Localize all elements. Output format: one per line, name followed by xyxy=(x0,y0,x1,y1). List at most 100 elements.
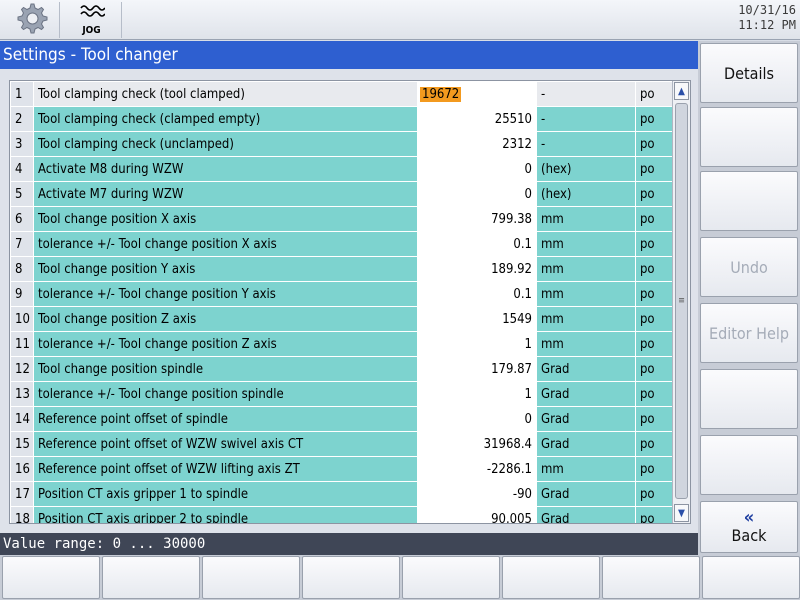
table-row[interactable]: 16 Reference point offset of WZW lifting … xyxy=(10,456,674,482)
table-row[interactable]: 10 Tool change position Z axis 1549 mm po xyxy=(10,306,674,332)
parameter-value-field[interactable]: 2312 xyxy=(417,131,537,157)
parameter-access-level: po xyxy=(635,456,674,482)
parameter-value-field[interactable]: 1 xyxy=(417,381,537,407)
parameter-value-field[interactable]: 0 xyxy=(417,156,537,182)
table-row[interactable]: 6 Tool change position X axis 799.38 mm po xyxy=(10,206,674,232)
parameter-value-field[interactable]: -90 xyxy=(417,481,537,507)
parameter-description: Tool change position X axis xyxy=(33,206,418,232)
table-row[interactable]: 2 Tool clamping check (clamped empty) 2551… xyxy=(10,106,674,132)
details-button[interactable]: Details xyxy=(700,43,798,103)
parameter-unit: - xyxy=(536,131,636,157)
parameter-access-level: po xyxy=(635,356,674,382)
parameter-unit: mm xyxy=(536,231,636,257)
table-row[interactable]: 15 Reference point offset of WZW swivel a… xyxy=(10,431,674,457)
bottom-softkey-5[interactable] xyxy=(402,556,500,599)
table-row[interactable]: 13 tolerance +/- Tool change position spi… xyxy=(10,381,674,407)
parameter-value-field[interactable]: 0 xyxy=(417,406,537,432)
parameter-value-field[interactable]: 1 xyxy=(417,331,537,357)
parameter-access-level: po xyxy=(635,256,674,282)
parameter-value-field[interactable]: 179.87 xyxy=(417,356,537,382)
parameter-value-field[interactable]: 1549 xyxy=(417,306,537,332)
jog-icon xyxy=(79,4,106,26)
table-row[interactable]: 17 Position CT axis gripper 1 to spindle -… xyxy=(10,481,674,507)
parameter-unit: mm xyxy=(536,281,636,307)
parameter-access-level: po xyxy=(635,331,674,357)
table-row[interactable]: 4 Activate M8 during WZW 0 (hex) po xyxy=(10,156,674,182)
table-row[interactable]: 14 Reference point offset of spindle 0 Grad… xyxy=(10,406,674,432)
row-number: 11 xyxy=(10,331,34,357)
table-row[interactable]: 8 Tool change position Y axis 189.92 mm po xyxy=(10,256,674,282)
parameter-unit: Grad xyxy=(536,506,636,523)
parameter-unit: Grad xyxy=(536,381,636,407)
parameter-description: Activate M7 during WZW xyxy=(33,181,418,207)
double-chevron-left-icon: « xyxy=(743,506,755,528)
row-number: 3 xyxy=(10,131,34,157)
back-button[interactable]: « Back xyxy=(700,501,798,553)
scroll-down-button[interactable]: ▼ xyxy=(674,504,689,522)
parameter-unit: Grad xyxy=(536,406,636,432)
settings-area-button[interactable] xyxy=(2,2,60,38)
parameter-description: Reference point offset of WZW lifting ax… xyxy=(33,456,418,482)
parameter-unit: - xyxy=(536,106,636,132)
parameter-access-level: po xyxy=(635,506,674,523)
vertical-scrollbar[interactable]: ▲ ≡ ▼ xyxy=(672,81,690,523)
parameter-value-field[interactable]: 90.005 xyxy=(417,506,537,523)
scroll-up-button[interactable]: ▲ xyxy=(674,82,689,100)
table-row[interactable]: 5 Activate M7 during WZW 0 (hex) po xyxy=(10,181,674,207)
row-number: 6 xyxy=(10,206,34,232)
table-row[interactable]: 1 Tool clamping check (tool clamped) 19672… xyxy=(10,81,674,107)
table-row[interactable]: 9 tolerance +/- Tool change position Y ax… xyxy=(10,281,674,307)
bottom-softkey-2[interactable] xyxy=(102,556,200,599)
scrollbar-thumb[interactable]: ≡ xyxy=(675,103,688,499)
parameter-value-field[interactable]: 19672 xyxy=(417,81,537,107)
parameter-description: tolerance +/- Tool change position Z axi… xyxy=(33,331,418,357)
softkey-3[interactable] xyxy=(700,171,798,231)
parameter-value-field[interactable]: 0 xyxy=(417,181,537,207)
parameter-unit: mm xyxy=(536,456,636,482)
row-number: 4 xyxy=(10,156,34,182)
parameter-value-field[interactable]: -2286.1 xyxy=(417,456,537,482)
bottom-softkey-4[interactable] xyxy=(302,556,400,599)
row-number: 13 xyxy=(10,381,34,407)
table-row[interactable]: 11 tolerance +/- Tool change position Z a… xyxy=(10,331,674,357)
parameter-value-field[interactable]: 799.38 xyxy=(417,206,537,232)
parameter-value-field[interactable]: 0.1 xyxy=(417,231,537,257)
main-panel: 1 Tool clamping check (tool clamped) 19672… xyxy=(0,69,698,533)
table-row[interactable]: 18 Position CT axis gripper 2 to spindle 9… xyxy=(10,506,674,523)
settings-table-container: 1 Tool clamping check (tool clamped) 19672… xyxy=(9,80,691,524)
softkey-7[interactable] xyxy=(700,435,798,495)
parameter-value-field[interactable]: 25510 xyxy=(417,106,537,132)
horizontal-softkey-bar xyxy=(0,555,800,600)
row-number: 8 xyxy=(10,256,34,282)
bottom-softkey-8[interactable] xyxy=(702,556,800,599)
parameter-access-level: po xyxy=(635,156,674,182)
parameter-unit: (hex) xyxy=(536,156,636,182)
undo-button[interactable]: Undo xyxy=(700,237,798,297)
bottom-softkey-1[interactable] xyxy=(2,556,100,599)
parameter-description: tolerance +/- Tool change position X axi… xyxy=(33,231,418,257)
softkey-2[interactable] xyxy=(700,107,798,167)
parameter-access-level: po xyxy=(635,431,674,457)
editor-help-button[interactable]: Editor Help xyxy=(700,303,798,363)
parameter-value-field[interactable]: 189.92 xyxy=(417,256,537,282)
table-row[interactable]: 12 Tool change position spindle 179.87 Grad… xyxy=(10,356,674,382)
selected-value-text: 19672 xyxy=(420,86,462,102)
settings-table: 1 Tool clamping check (tool clamped) 19672… xyxy=(10,81,674,523)
parameter-unit: mm xyxy=(536,256,636,282)
parameter-description: tolerance +/- Tool change position spind… xyxy=(33,381,418,407)
header-bar: JOG 10/31/16 11:12 PM xyxy=(0,0,800,40)
bottom-softkey-7[interactable] xyxy=(602,556,700,599)
grip-icon: ≡ xyxy=(678,296,685,306)
parameter-value-field[interactable]: 0.1 xyxy=(417,281,537,307)
datetime-display: 10/31/16 11:12 PM xyxy=(738,3,796,33)
parameter-description: Tool change position Z axis xyxy=(33,306,418,332)
bottom-softkey-6[interactable] xyxy=(502,556,600,599)
parameter-unit: mm xyxy=(536,331,636,357)
table-row[interactable]: 3 Tool clamping check (unclamped) 2312- po xyxy=(10,131,674,157)
row-number: 5 xyxy=(10,181,34,207)
parameter-description: Position CT axis gripper 1 to spindle xyxy=(33,481,418,507)
softkey-6[interactable] xyxy=(700,369,798,429)
bottom-softkey-3[interactable] xyxy=(202,556,300,599)
table-row[interactable]: 7 tolerance +/- Tool change position X ax… xyxy=(10,231,674,257)
parameter-value-field[interactable]: 31968.4 xyxy=(417,431,537,457)
